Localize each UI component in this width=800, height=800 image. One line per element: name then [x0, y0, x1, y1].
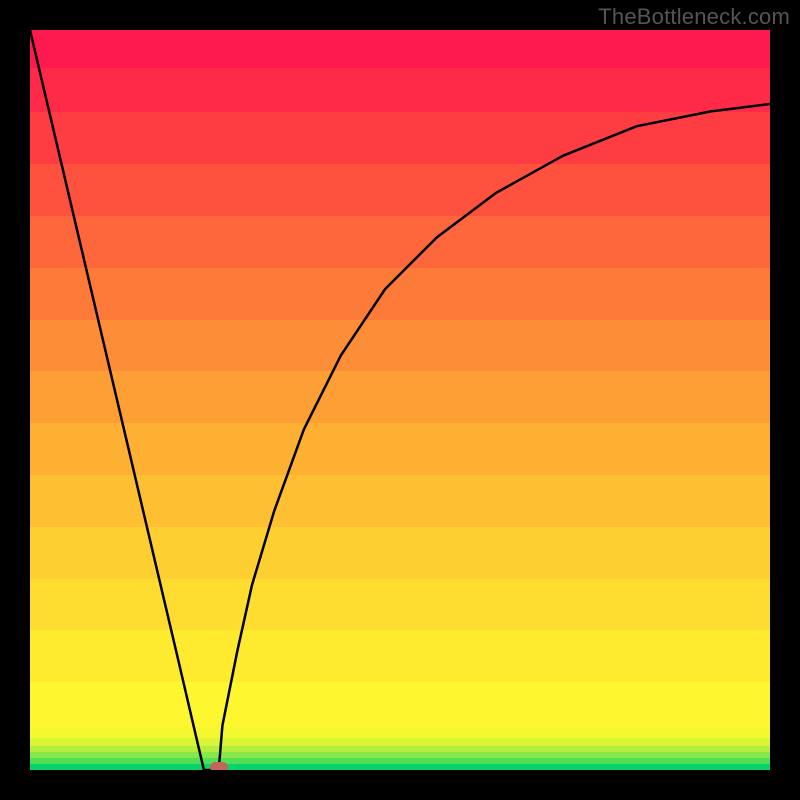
chart-frame: TheBottleneck.com [0, 0, 800, 800]
plot-area [30, 30, 770, 770]
watermark-text: TheBottleneck.com [598, 4, 790, 30]
bottleneck-curve [30, 30, 770, 770]
curve-svg [30, 30, 770, 770]
minimum-marker [210, 762, 228, 770]
